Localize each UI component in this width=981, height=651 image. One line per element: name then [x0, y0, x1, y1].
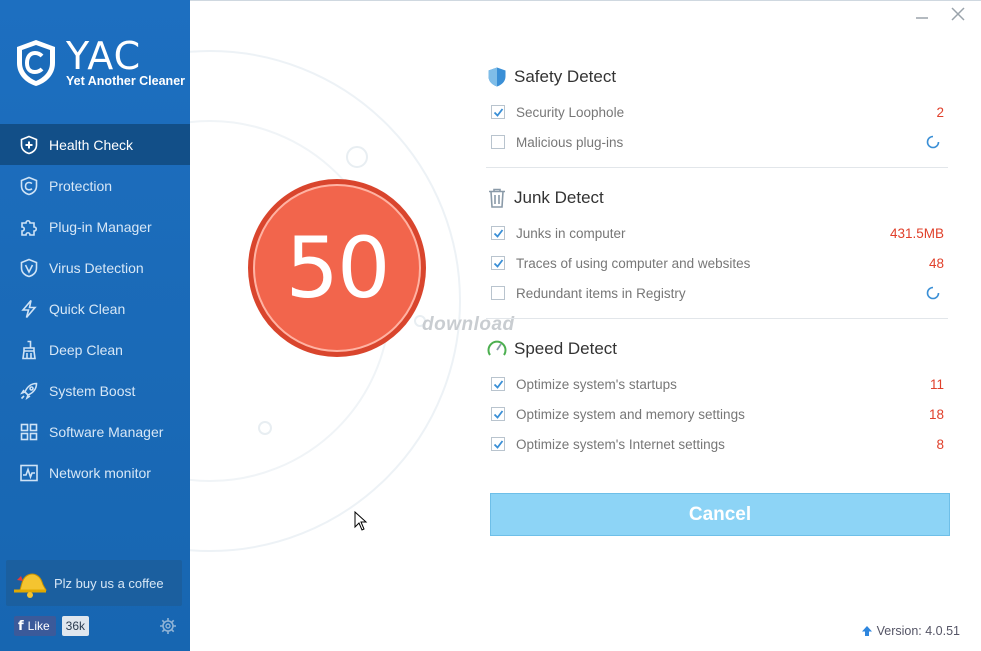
sidebar-item-network-monitor[interactable]: Network monitor: [0, 452, 190, 493]
version-label: Version: 4.0.51: [876, 624, 960, 638]
row-label: Redundant items in Registry: [516, 285, 686, 301]
checkbox[interactable]: [491, 135, 505, 149]
detect-row: Malicious plug-ins: [486, 127, 948, 157]
loading-spinner-icon: [926, 286, 940, 300]
safety-detect-section: Safety Detect Security Loophole 2 Malici…: [486, 65, 948, 157]
mouse-cursor-icon: [354, 511, 368, 531]
detect-row: Optimize system's Internet settings 8: [486, 429, 948, 459]
section-divider: [486, 318, 948, 319]
sidebar-item-label: Quick Clean: [49, 300, 126, 317]
facebook-like: f Like 36k: [14, 616, 90, 636]
row-value: 2: [936, 104, 944, 120]
health-score-value: 50: [285, 219, 391, 317]
sidebar-item-virus-detection[interactable]: Virus Detection: [0, 247, 190, 288]
sidebar-item-label: Plug-in Manager: [49, 218, 152, 235]
detect-row: Optimize system and memory settings 18: [486, 399, 948, 429]
row-value: 431.5MB: [889, 225, 944, 241]
sidebar-item-label: Network monitor: [49, 464, 151, 481]
row-value: 48: [928, 255, 944, 271]
virus-shield-icon: [18, 257, 40, 279]
checkbox[interactable]: [491, 105, 505, 119]
row-label: Traces of using computer and websites: [516, 255, 751, 271]
section-header: Safety Detect: [486, 65, 948, 89]
sidebar-item-plugin-manager[interactable]: Plug-in Manager: [0, 206, 190, 247]
facebook-icon: f: [18, 618, 24, 634]
protection-icon: [18, 175, 40, 197]
detect-row: Optimize system's startups 11: [486, 369, 948, 399]
safety-shield-icon: [488, 67, 506, 87]
update-arrow-icon: [861, 626, 872, 636]
main-panel: 50 download Safety Detect Security Looph…: [190, 0, 981, 651]
section-title: Safety Detect: [514, 67, 617, 86]
sidebar-item-label: Health Check: [49, 136, 134, 153]
row-label: Junks in computer: [516, 225, 626, 241]
sidebar-item-software-manager[interactable]: Software Manager: [0, 411, 190, 452]
speedometer-icon: [487, 340, 507, 356]
like-label: Like: [27, 619, 50, 633]
sidebar-item-label: System Boost: [49, 382, 136, 399]
lightning-icon: [18, 298, 40, 320]
version-info[interactable]: Version: 4.0.51: [861, 624, 960, 638]
broom-icon: [18, 339, 40, 361]
sidebar-item-system-boost[interactable]: System Boost: [0, 370, 190, 411]
puzzle-icon: [18, 216, 40, 238]
checkbox[interactable]: [491, 407, 505, 421]
health-score: 50: [248, 179, 426, 357]
yac-shield-icon: [17, 40, 55, 86]
section-title: Junk Detect: [514, 188, 604, 207]
buy-coffee-label: Plz buy us a coffee: [54, 575, 164, 591]
row-label: Security Loophole: [516, 104, 625, 120]
app-tagline: Yet Another Cleaner: [66, 74, 186, 88]
speed-detect-section: Speed Detect Optimize system's startups …: [486, 337, 948, 459]
checkbox[interactable]: [491, 256, 505, 270]
pulse-icon: [18, 462, 40, 484]
detect-row: Traces of using computer and websites 48: [486, 248, 948, 278]
row-value: 18: [928, 406, 944, 422]
checkbox[interactable]: [491, 377, 505, 391]
health-check-icon: [18, 134, 40, 156]
sidebar-item-label: Virus Detection: [49, 259, 144, 276]
buy-coffee-button[interactable]: Plz buy us a coffee: [6, 560, 182, 606]
checkbox[interactable]: [491, 437, 505, 451]
like-button[interactable]: f Like: [14, 616, 56, 636]
detect-row: Redundant items in Registry: [486, 278, 948, 308]
bell-icon: [14, 573, 47, 598]
cancel-button[interactable]: Cancel: [490, 493, 950, 536]
grid-icon: [18, 421, 40, 443]
row-label: Optimize system and memory settings: [516, 406, 745, 422]
detect-row: Junks in computer 431.5MB: [486, 218, 948, 248]
sidebar-item-protection[interactable]: Protection: [0, 165, 190, 206]
rocket-icon: [18, 380, 40, 402]
gear-icon[interactable]: [159, 617, 177, 635]
section-title: Speed Detect: [514, 339, 618, 358]
sidebar-item-label: Deep Clean: [49, 341, 123, 358]
section-divider: [486, 167, 948, 168]
sidebar-nav: Health Check Protection Plug-in Manager …: [0, 124, 190, 493]
sidebar-item-health-check[interactable]: Health Check: [0, 124, 190, 165]
section-header: Junk Detect: [486, 186, 948, 210]
row-label: Malicious plug-ins: [516, 134, 624, 150]
app-name: YAC: [66, 34, 142, 78]
sidebar-item-label: Software Manager: [49, 423, 164, 440]
detect-row: Security Loophole 2: [486, 97, 948, 127]
trash-icon: [489, 188, 505, 208]
row-label: Optimize system's Internet settings: [516, 436, 725, 452]
loading-spinner-icon: [926, 135, 940, 149]
minimize-icon[interactable]: [913, 7, 931, 25]
row-label: Optimize system's startups: [516, 376, 677, 392]
app-logo: YAC Yet Another Cleaner: [14, 34, 186, 92]
row-value: 8: [936, 436, 944, 452]
close-icon[interactable]: [949, 5, 967, 23]
checkbox[interactable]: [491, 286, 505, 300]
sidebar: YAC Yet Another Cleaner Health Check Pro…: [0, 0, 190, 651]
section-header: Speed Detect: [486, 337, 948, 361]
like-count: 36k: [61, 616, 90, 636]
checkbox[interactable]: [491, 226, 505, 240]
junk-detect-section: Junk Detect Junks in computer 431.5MB Tr…: [486, 186, 948, 308]
sidebar-item-label: Protection: [49, 177, 113, 194]
row-value: 11: [929, 376, 944, 392]
sidebar-item-deep-clean[interactable]: Deep Clean: [0, 329, 190, 370]
sidebar-item-quick-clean[interactable]: Quick Clean: [0, 288, 190, 329]
